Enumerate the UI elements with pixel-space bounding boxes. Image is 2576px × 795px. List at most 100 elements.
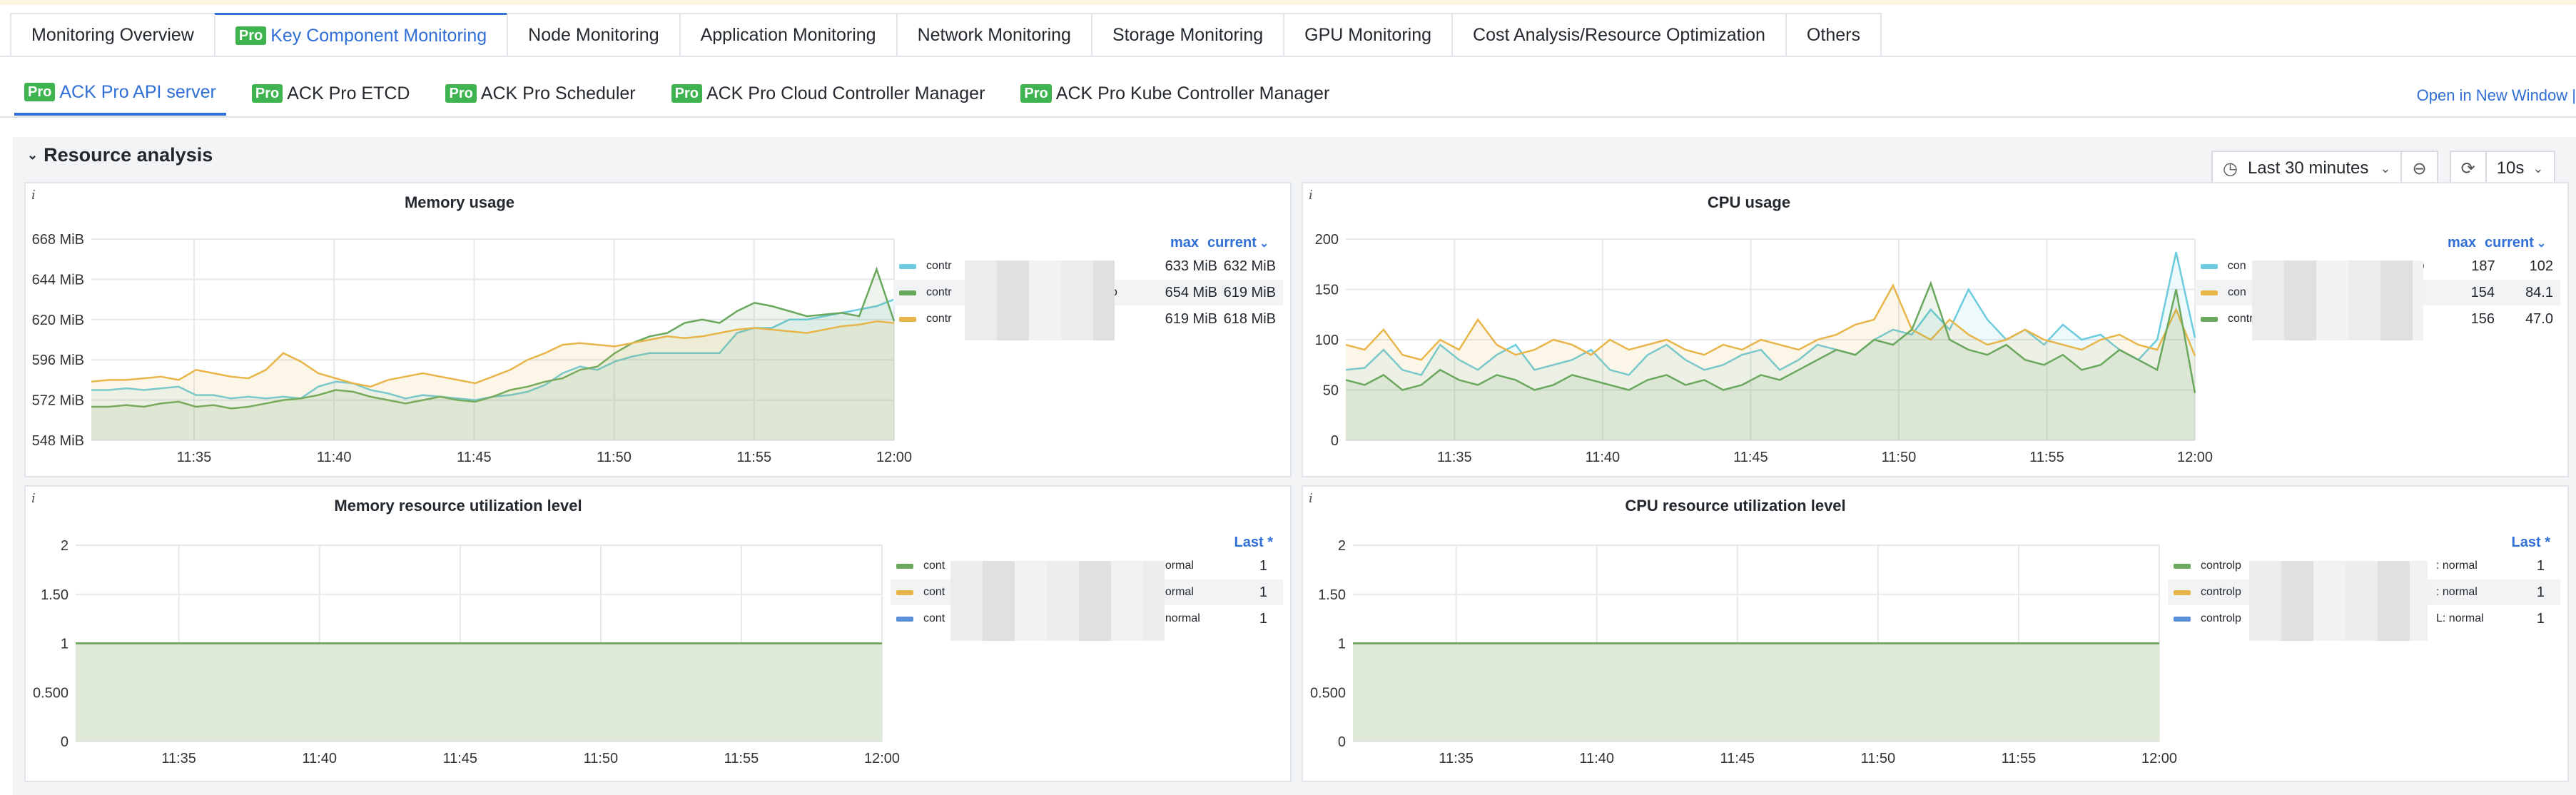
pro-badge: Pro: [445, 84, 477, 103]
tab-main-4[interactable]: Network Monitoring: [896, 13, 1091, 57]
tab-component-4[interactable]: Pro ACK Pro Kube Controller Manager: [1010, 71, 1339, 116]
chevron-down-icon: ⌄: [27, 148, 39, 162]
y-tick-label: 0: [1331, 433, 1339, 449]
tab-label: ACK Pro API server: [59, 81, 216, 102]
x-tick-label: 11:45: [457, 450, 492, 465]
series-max: 187: [2471, 258, 2495, 274]
sort-chevron-icon: ⌄: [2536, 238, 2547, 250]
legend-header-last[interactable]: Last *: [2512, 535, 2550, 551]
x-tick-label: 11:55: [2002, 751, 2037, 766]
x-tick-label: 11:35: [161, 751, 196, 766]
tab-main-8[interactable]: Others: [1785, 13, 1882, 57]
series-current: 618 MiB: [1223, 310, 1276, 327]
x-tick-label: 11:45: [1733, 450, 1768, 465]
refresh-interval-label: 10s: [2496, 158, 2525, 178]
main-tabs-divider: [0, 56, 2576, 57]
series-swatch: [899, 316, 916, 322]
series-last: 1: [1259, 610, 1267, 627]
tab-label: Application Monitoring: [700, 25, 876, 45]
section-header[interactable]: ⌄ Resource analysis: [27, 144, 213, 166]
y-tick-label: 620 MiB: [32, 313, 84, 328]
series-swatch: [896, 563, 913, 569]
y-tick-label: 0: [1338, 734, 1346, 750]
y-tick-label: 0.500: [1310, 685, 1346, 701]
tab-main-5[interactable]: Storage Monitoring: [1090, 13, 1284, 57]
legend-header-current[interactable]: current ⌄: [1207, 235, 1269, 251]
x-tick-label: 12:00: [864, 751, 900, 766]
y-tick-label: 50: [1323, 383, 1339, 399]
tab-label: Monitoring Overview: [31, 25, 194, 45]
legend-header-max[interactable]: max: [2448, 235, 2476, 251]
clock-icon: ◷: [2223, 158, 2238, 178]
x-tick-label: 11:35: [1439, 751, 1474, 766]
tab-main-0[interactable]: Monitoring Overview: [10, 13, 214, 57]
y-tick-label: 1.50: [41, 587, 69, 603]
legend-header-last[interactable]: Last *: [1234, 535, 1273, 551]
y-tick-label: 2: [61, 538, 69, 554]
time-controls: ◷ Last 30 minutes ⌄ ⊖ ⟳ 10s ⌄: [2211, 151, 2555, 186]
tab-main-7[interactable]: Cost Analysis/Resource Optimization: [1451, 13, 1785, 57]
time-range-picker[interactable]: ◷ Last 30 minutes ⌄: [2211, 151, 2403, 186]
tab-component-0[interactable]: Pro ACK Pro API server: [14, 71, 226, 116]
series-swatch: [2174, 563, 2191, 569]
open-new-window-link[interactable]: Open in New Window |: [2417, 86, 2576, 105]
tab-label: Node Monitoring: [528, 25, 659, 45]
tab-main-3[interactable]: Application Monitoring: [679, 13, 896, 57]
x-tick-label: 11:35: [1437, 450, 1472, 465]
memory-usage-panel: i Memory usage 668 MiB 644 MiB 620 MiB 596 Mi…: [24, 182, 1292, 477]
y-tick-label: 548 MiB: [32, 433, 84, 449]
component-tabs-divider: [0, 116, 2576, 118]
tab-label: ACK Pro ETCD: [287, 83, 410, 103]
pro-badge: Pro: [235, 26, 267, 45]
series-max: 156: [2470, 310, 2495, 327]
y-tick-label: 596 MiB: [32, 353, 84, 368]
tab-label: Storage Monitoring: [1112, 25, 1264, 45]
y-tick-label: 200: [1315, 232, 1339, 248]
series-current: 632 MiB: [1223, 258, 1276, 274]
tab-component-2[interactable]: Pro ACK Pro Scheduler: [435, 71, 645, 116]
series-label-end: : normal: [1159, 612, 1200, 624]
series-swatch: [899, 263, 916, 269]
refresh-interval-picker[interactable]: 10s ⌄: [2485, 151, 2555, 186]
series-swatch: [2201, 290, 2218, 295]
tab-component-1[interactable]: Pro ACK Pro ETCD: [242, 71, 420, 116]
y-tick-label: 1: [1338, 637, 1346, 652]
tab-main-1[interactable]: Pro Key Component Monitoring: [213, 13, 507, 57]
series-area: [1353, 643, 2159, 741]
y-tick-label: 644 MiB: [32, 272, 84, 288]
x-tick-label: 12:00: [2141, 751, 2177, 766]
refresh-button[interactable]: ⟳: [2449, 151, 2487, 186]
legend-header-current[interactable]: current ⌄: [2485, 235, 2546, 251]
series-swatch: [899, 290, 916, 295]
tab-label: Key Component Monitoring: [270, 25, 487, 46]
series-last: 1: [2536, 557, 2545, 574]
x-tick-label: 11:50: [1882, 450, 1917, 465]
y-tick-label: 572 MiB: [32, 393, 84, 409]
series-label-end: normal: [1159, 559, 1194, 572]
x-tick-label: 11:55: [737, 450, 772, 465]
series-last: 1: [1259, 584, 1267, 600]
pro-badge: Pro: [1020, 84, 1052, 103]
tab-label: ACK Pro Cloud Controller Manager: [706, 83, 985, 103]
tab-label: Network Monitoring: [917, 25, 1071, 45]
series-area: [76, 643, 882, 741]
zoom-out-button[interactable]: ⊖: [2400, 151, 2438, 186]
x-tick-label: 11:40: [1579, 751, 1614, 766]
series-current: 84.1: [2525, 284, 2553, 300]
x-tick-label: 11:55: [724, 751, 759, 766]
x-tick-label: 11:35: [177, 450, 212, 465]
x-tick-label: 11:40: [317, 450, 352, 465]
y-tick-label: 1: [61, 637, 69, 652]
y-tick-label: 668 MiB: [32, 232, 84, 248]
pro-badge: Pro: [671, 84, 702, 103]
x-tick-label: 11:40: [302, 751, 337, 766]
component-tabs: Pro ACK Pro API server Pro ACK Pro ETCD Pro A…: [14, 71, 1355, 116]
y-tick-label: 0.500: [33, 685, 69, 701]
tab-main-6[interactable]: GPU Monitoring: [1283, 13, 1452, 57]
tab-component-3[interactable]: Pro ACK Pro Cloud Controller Manager: [661, 71, 995, 116]
legend-header-max[interactable]: max: [1170, 235, 1199, 251]
tab-label: GPU Monitoring: [1304, 25, 1432, 45]
series-last: 1: [2536, 584, 2545, 600]
series-swatch: [896, 616, 913, 622]
tab-main-2[interactable]: Node Monitoring: [507, 13, 679, 57]
